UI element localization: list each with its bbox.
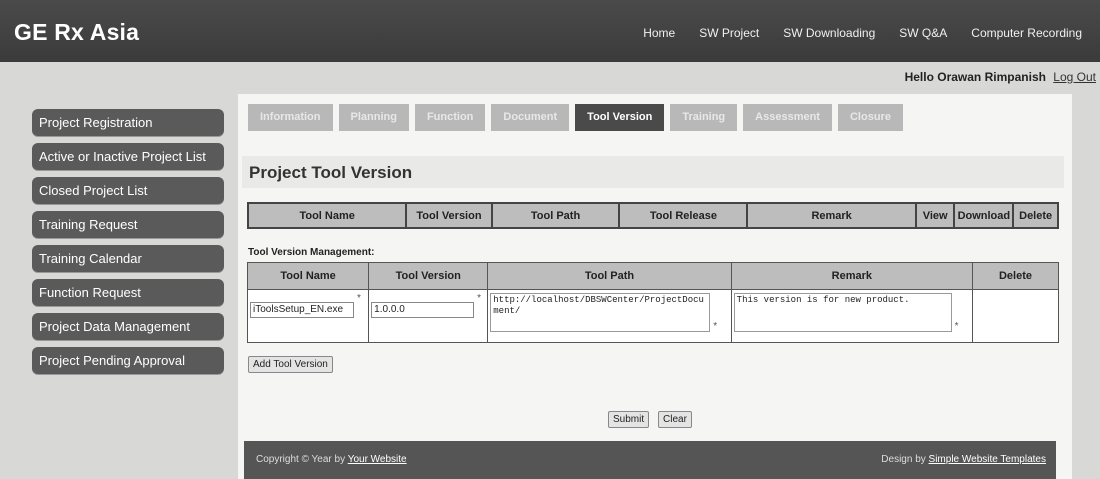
mgmt-col-delete: Delete — [972, 262, 1059, 290]
tab-information[interactable]: Information — [248, 104, 333, 131]
required-mark: * — [357, 293, 361, 304]
tool-path-line-1: http://localhost/DBSWCenter/ProjectDocu — [493, 295, 704, 305]
submit-button[interactable]: Submit — [608, 411, 650, 428]
tab-document[interactable]: Document — [491, 104, 570, 131]
col-tool-release: Tool Release — [618, 202, 749, 229]
mgmt-col-tool-version: Tool Version — [368, 262, 489, 290]
col-tool-path: Tool Path — [490, 202, 621, 229]
add-tool-version-button[interactable]: Add Tool Version — [248, 356, 333, 373]
project-tabs: Information Planning Function Document T… — [248, 104, 909, 131]
tab-tool-version[interactable]: Tool Version — [575, 104, 665, 131]
user-greeting: Hello Orawan Rimpanish Log Out — [905, 70, 1096, 84]
col-download: Download — [953, 202, 1015, 229]
col-tool-version: Tool Version — [405, 202, 493, 229]
design-text: Design by — [881, 454, 929, 465]
sidebar-item-project-data-management[interactable]: Project Data Management — [32, 313, 224, 340]
sidebar-item-project-registration[interactable]: Project Registration — [32, 109, 224, 136]
nav-sw-qa[interactable]: SW Q&A — [887, 26, 959, 40]
tab-function[interactable]: Function — [414, 104, 486, 131]
remark-textarea[interactable]: This version is for new product. — [733, 293, 952, 332]
cell-tool-version: 1.0.0.0* — [368, 289, 489, 343]
table-row: iToolsSetup_EN.exe* 1.0.0.0* http://loca… — [246, 289, 1059, 343]
tool-path-textarea[interactable]: http://localhost/DBSWCenter/ProjectDocu m… — [490, 293, 711, 332]
top-bar: GE Rx Asia Home SW Project SW Downloadin… — [0, 0, 1100, 62]
sidebar-item-project-pending-approval[interactable]: Project Pending Approval — [32, 347, 224, 374]
logout-link[interactable]: Log Out — [1053, 70, 1096, 84]
sidebar-item-function-request[interactable]: Function Request — [32, 279, 224, 306]
footer-design: Design by Simple Website Templates — [881, 454, 1046, 465]
sidebar-item-training-request[interactable]: Training Request — [32, 211, 224, 238]
copyright-text: Copyright © Year by — [256, 454, 348, 465]
tool-name-input[interactable]: iToolsSetup_EN.exe — [250, 302, 354, 318]
tab-assessment[interactable]: Assessment — [743, 104, 832, 131]
nav-sw-downloading[interactable]: SW Downloading — [771, 26, 887, 40]
footer: Copyright © Year by Your Website Design … — [244, 441, 1056, 479]
design-link[interactable]: Simple Website Templates — [929, 454, 1046, 465]
greeting-text: Hello Orawan Rimpanish — [904, 70, 1046, 84]
mgmt-col-tool-path: Tool Path — [487, 262, 732, 290]
tool-version-list-table: Tool Name Tool Version Tool Path Tool Re… — [246, 202, 1059, 229]
sidebar-item-active-inactive-list[interactable]: Active or Inactive Project List — [32, 143, 224, 170]
tab-closure[interactable]: Closure — [837, 104, 903, 131]
tool-version-input[interactable]: 1.0.0.0 — [371, 302, 475, 318]
mgmt-col-tool-name: Tool Name — [246, 262, 370, 290]
cell-remark: This version is for new product.* — [730, 289, 974, 343]
mgmt-col-remark: Remark — [730, 262, 974, 290]
clear-button[interactable]: Clear — [658, 411, 692, 428]
tab-training[interactable]: Training — [670, 104, 738, 131]
col-tool-name: Tool Name — [246, 202, 408, 229]
col-remark: Remark — [746, 202, 917, 229]
footer-copyright: Copyright © Year by Your Website — [256, 454, 407, 465]
table-header-row: Tool Name Tool Version Tool Path Tool Re… — [246, 202, 1059, 229]
required-mark: * — [713, 321, 718, 332]
cell-delete — [972, 289, 1059, 343]
top-nav: Home SW Project SW Downloading SW Q&A Co… — [631, 26, 1094, 40]
col-delete: Delete — [1012, 202, 1059, 229]
tool-version-management-table: Tool Name Tool Version Tool Path Remark … — [246, 262, 1059, 343]
sidebar-item-closed-project-list[interactable]: Closed Project List — [32, 177, 224, 204]
sidebar: Project Registration Active or Inactive … — [32, 109, 224, 381]
page-title: Project Tool Version — [242, 156, 1064, 188]
tab-planning[interactable]: Planning — [338, 104, 409, 131]
management-label: Tool Version Management: — [248, 247, 375, 258]
management-header-row: Tool Name Tool Version Tool Path Remark … — [246, 262, 1059, 290]
required-mark: * — [477, 293, 482, 304]
cell-tool-name: iToolsSetup_EN.exe* — [246, 289, 370, 343]
nav-home[interactable]: Home — [631, 26, 687, 40]
required-mark: * — [954, 321, 959, 332]
nav-sw-project[interactable]: SW Project — [687, 26, 771, 40]
sidebar-item-training-calendar[interactable]: Training Calendar — [32, 245, 224, 272]
cell-tool-path: http://localhost/DBSWCenter/ProjectDocu m… — [487, 289, 732, 343]
col-view: View — [914, 202, 956, 229]
nav-computer-recording[interactable]: Computer Recording — [959, 26, 1094, 40]
copyright-link[interactable]: Your Website — [348, 454, 407, 465]
brand-logo[interactable]: GE Rx Asia — [14, 19, 139, 46]
main-content: Information Planning Function Document T… — [238, 94, 1072, 479]
tool-path-line-2: ment/ — [493, 306, 521, 316]
